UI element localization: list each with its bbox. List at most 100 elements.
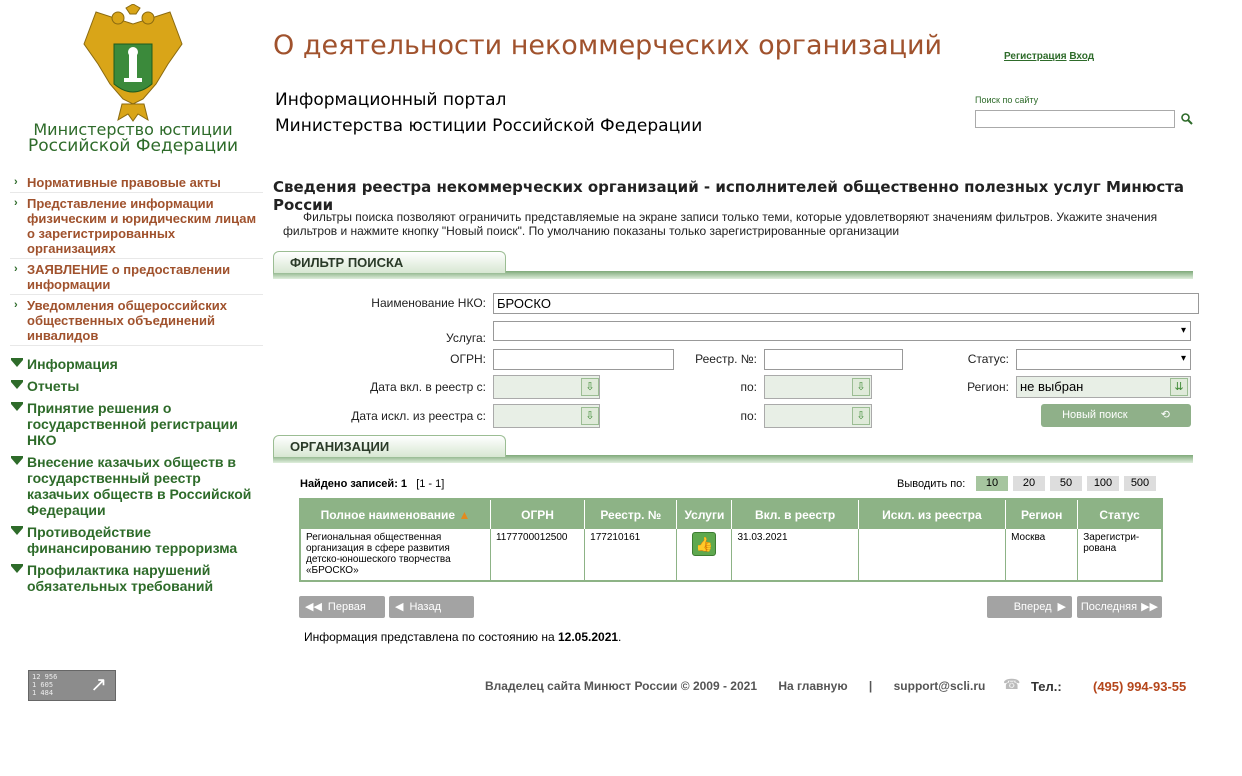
- prev-page-button[interactable]: ◀ Назад: [389, 596, 474, 618]
- table-header-row: Полное наименование ▲ ОГРН Реестр. № Усл…: [300, 499, 1163, 529]
- expand-arrow-icon: [11, 564, 23, 573]
- cell-included: 31.03.2021: [731, 529, 859, 581]
- nav-section-reports[interactable]: Отчеты: [10, 378, 263, 400]
- last-page-button[interactable]: Последняя ▶▶: [1077, 596, 1162, 618]
- nko-name-input[interactable]: [493, 293, 1199, 314]
- expand-arrow-icon: [11, 358, 23, 367]
- nav-section-information[interactable]: Информация: [10, 356, 263, 378]
- calendar-down-icon[interactable]: ⇩: [852, 407, 870, 425]
- cell-registry-number: 177210161: [584, 529, 678, 581]
- table-row[interactable]: Региональная общественная организация в …: [300, 529, 1163, 581]
- logo-title-line2: Российской Федерации: [27, 136, 239, 156]
- first-page-button[interactable]: ◀◀ Первая: [299, 596, 385, 618]
- incl-date-from-label: Дата вкл. в реестр с:: [370, 380, 486, 394]
- per-page-20[interactable]: 20: [1013, 476, 1045, 491]
- nav-item-disabled-notifications[interactable]: › Уведомления общероссийских общественных…: [10, 295, 263, 346]
- nav-section-cossack-registry[interactable]: Внесение казачьих обществ в государствен…: [10, 454, 263, 524]
- nav-section-counter-terrorism[interactable]: Противодействие финансированию терроризм…: [10, 524, 263, 562]
- home-link[interactable]: На главную: [778, 679, 847, 693]
- next-page-button[interactable]: Вперед ▶: [987, 596, 1072, 618]
- nav-sections: Информация Отчеты Принятие решения о гос…: [10, 356, 263, 600]
- phone-label: Тел.:: [1031, 679, 1062, 694]
- new-search-button[interactable]: Новый поиск ⟲: [1041, 404, 1191, 427]
- sort-asc-icon: ▲: [458, 507, 471, 522]
- footer-links: Владелец сайта Минюст России © 2009 - 20…: [485, 679, 1003, 693]
- per-page-50[interactable]: 50: [1050, 476, 1082, 491]
- filter-section-header: ФИЛЬТР ПОИСКА: [273, 251, 1193, 279]
- calendar-down-icon[interactable]: ⇩: [581, 407, 599, 425]
- chevron-left-icon: ◀: [395, 601, 404, 613]
- chevron-right-icon: ›: [14, 299, 18, 311]
- chevron-down-icon: ▾: [1180, 353, 1186, 364]
- eagle-emblem-icon: [78, 3, 188, 122]
- nav-item-legal-acts[interactable]: › Нормативные правовые акты: [10, 172, 263, 193]
- col-excluded[interactable]: Искл. из реестра: [858, 499, 1007, 529]
- data-as-of: Информация представлена по состоянию на …: [304, 630, 622, 644]
- ogrn-input[interactable]: [493, 349, 674, 370]
- portal-line1: Информационный портал: [275, 90, 507, 110]
- service-label: Услуга:: [446, 331, 486, 345]
- site-search-input[interactable]: [975, 110, 1175, 128]
- excl-date-from-label: Дата искл. из реестра с:: [351, 409, 486, 423]
- status-label: Статус:: [967, 352, 1009, 366]
- site-search-label: Поиск по сайту: [975, 95, 1039, 105]
- nav-item-info-provision[interactable]: › Представление информации физическим и ю…: [10, 193, 263, 259]
- nav-section-registration-decision[interactable]: Принятие решения о государственной регис…: [10, 400, 263, 454]
- register-link[interactable]: Регистрация: [1004, 51, 1067, 62]
- expand-arrow-icon: [11, 456, 23, 465]
- per-page-label: Выводить по:: [897, 478, 966, 490]
- arrow-up-right-icon: ↗: [90, 674, 107, 696]
- thumbs-up-icon[interactable]: 👍: [692, 532, 717, 556]
- service-select[interactable]: ▾: [493, 321, 1191, 341]
- search-icon[interactable]: [1180, 112, 1194, 126]
- col-full-name[interactable]: Полное наименование ▲: [300, 499, 491, 529]
- region-select[interactable]: не выбран: [1016, 376, 1191, 398]
- nav-section-violation-prevention[interactable]: Профилактика нарушений обязательных треб…: [10, 562, 263, 600]
- double-chevron-right-icon: ▶▶: [1141, 601, 1158, 613]
- page-title: Сведения реестра некоммерческих организа…: [273, 178, 1185, 214]
- col-registry-number[interactable]: Реестр. №: [584, 499, 678, 529]
- nko-name-label: Наименование НКО:: [371, 296, 486, 310]
- calendar-down-icon[interactable]: ⇩: [852, 378, 870, 396]
- counter-values: 12 956 1 605 1 484: [32, 673, 58, 697]
- col-status[interactable]: Статус: [1077, 499, 1163, 529]
- chevron-right-icon: ▶: [1057, 601, 1066, 613]
- col-region[interactable]: Регион: [1005, 499, 1079, 529]
- orgs-section-header: ОРГАНИЗАЦИИ: [273, 435, 1193, 463]
- support-email-link[interactable]: support@scli.ru: [894, 679, 986, 693]
- per-page-100[interactable]: 100: [1087, 476, 1119, 491]
- double-chevron-left-icon: ◀◀: [305, 601, 322, 613]
- cell-excluded: [858, 529, 1007, 581]
- registry-number-label: Реестр. №:: [695, 352, 757, 366]
- chevron-right-icon: ›: [14, 197, 18, 209]
- registry-number-input[interactable]: [764, 349, 903, 370]
- footer-separator: |: [868, 679, 873, 693]
- chevron-right-icon: ›: [14, 176, 18, 188]
- site-title: О деятельности некоммерческих организаци…: [273, 30, 943, 61]
- login-link[interactable]: Вход: [1069, 51, 1094, 62]
- incl-date-to-label: по:: [740, 380, 757, 394]
- status-select[interactable]: ▾: [1016, 349, 1191, 370]
- ministry-logo[interactable]: Министерство юстиции Российской Федераци…: [18, 3, 248, 156]
- phone-icon: ☎: [1003, 676, 1021, 692]
- calendar-down-icon[interactable]: ⇩: [581, 378, 599, 396]
- expand-arrow-icon: [11, 526, 23, 535]
- nav-item-application[interactable]: › ЗАЯВЛЕНИЕ о предоставлении информации: [10, 259, 263, 295]
- col-services[interactable]: Услуги: [676, 499, 733, 529]
- col-included[interactable]: Вкл. в реестр: [731, 499, 859, 529]
- orgs-section-title: ОРГАНИЗАЦИИ: [273, 435, 506, 457]
- visit-counter[interactable]: 12 956 1 605 1 484 ↗: [28, 670, 116, 701]
- cell-status: Зарегистри-рована: [1077, 529, 1163, 581]
- per-page-10[interactable]: 10: [976, 476, 1008, 491]
- per-page-500[interactable]: 500: [1124, 476, 1156, 491]
- region-label: Регион:: [967, 380, 1009, 394]
- cell-ogrn: 1177700012500: [490, 529, 586, 581]
- cell-region: Москва: [1005, 529, 1079, 581]
- cell-services: 👍: [676, 529, 733, 581]
- chevron-double-down-icon[interactable]: ⇊: [1170, 378, 1188, 396]
- nav-top-links: › Нормативные правовые акты › Представлени…: [10, 172, 263, 346]
- ogrn-label: ОГРН:: [450, 352, 486, 366]
- site-owner: Владелец сайта Минюст России © 2009 - 20…: [485, 679, 757, 693]
- cell-full-name: Региональная общественная организация в …: [300, 529, 491, 581]
- col-ogrn[interactable]: ОГРН: [490, 499, 586, 529]
